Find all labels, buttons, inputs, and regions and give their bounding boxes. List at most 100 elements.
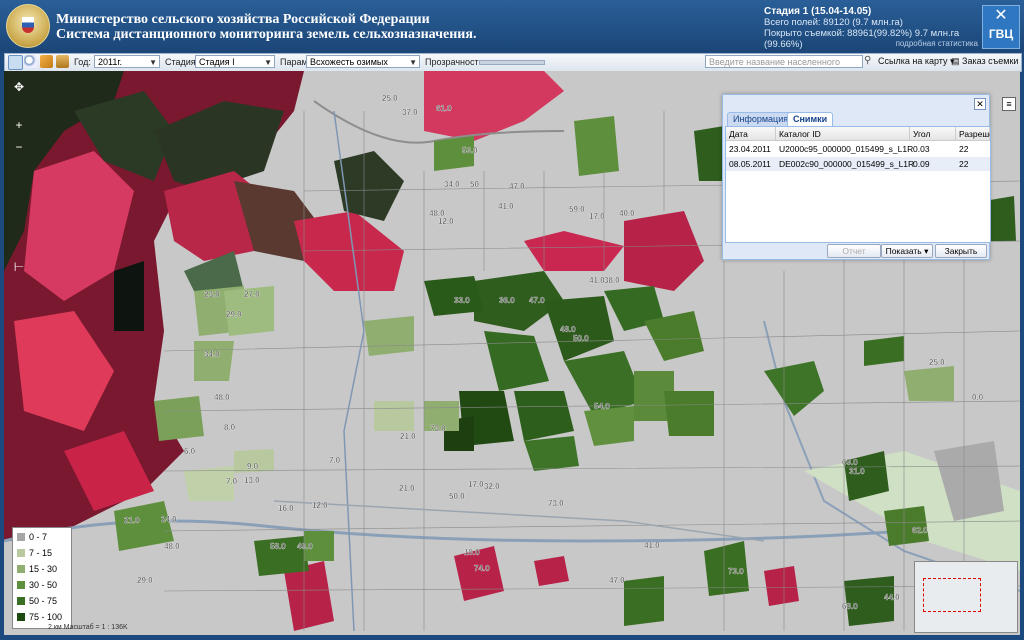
order-label: Заказ съемки — [962, 56, 1019, 66]
search-icon[interactable]: ⚲ — [864, 56, 874, 66]
col-angle[interactable]: Угол — [910, 127, 956, 141]
select-tool-icon[interactable] — [40, 55, 53, 68]
field-value-label[interactable]: 40.0 — [619, 209, 635, 218]
col-catalog-id[interactable]: Каталог ID — [776, 127, 910, 141]
field-value-label[interactable]: 12.0 — [438, 217, 454, 226]
field-value-label[interactable]: 48.0 — [560, 325, 576, 334]
field-value-label[interactable]: 32.0 — [484, 482, 500, 491]
stage-info: Стадия 1 (15.04-14.05) — [764, 6, 872, 17]
field-value-label[interactable]: 50 — [470, 180, 480, 189]
show-button[interactable]: Показать ▾ — [881, 244, 933, 258]
table-row[interactable]: 08.05.2011 DE002c90_000000_015499_s_L1R … — [726, 157, 990, 171]
layers-icon[interactable]: ≡ — [1002, 97, 1016, 111]
field-value-label[interactable]: 23.0 — [204, 290, 220, 299]
field-value-label[interactable]: 7.0 — [329, 456, 341, 465]
zoom-out-button[interactable]: − — [12, 141, 26, 153]
field-value-label[interactable]: 41.0 — [498, 202, 514, 211]
field-value-label[interactable]: 47.0 — [609, 576, 625, 585]
field-value-label[interactable]: 49.0 — [297, 542, 313, 551]
minimap-extent[interactable] — [923, 578, 981, 612]
field-value-label[interactable]: 36.0 — [499, 296, 515, 305]
measure-tool-icon[interactable] — [56, 55, 69, 68]
field-value-label[interactable]: 50.0 — [573, 334, 589, 343]
field-value-label[interactable]: 47.0 — [529, 296, 545, 305]
field-value-label[interactable]: 37.0 — [402, 108, 418, 117]
field-value-label[interactable]: 54.0 — [594, 402, 610, 411]
field-value-label[interactable]: 34.0 — [444, 180, 460, 189]
field-value-label[interactable]: 17.0 — [468, 480, 484, 489]
field-value-label[interactable]: 25.0 — [929, 358, 945, 367]
close-button[interactable]: Закрыть — [935, 244, 987, 258]
year-select[interactable]: 2011г. ▼ — [94, 55, 160, 68]
field-value-label[interactable]: 61.0 — [436, 104, 452, 113]
field-value-label[interactable]: 13.0 — [244, 476, 260, 485]
gvc-label: ГВЦ — [988, 27, 1014, 41]
settlement-search-input[interactable]: Введите название населенного пункта — [705, 55, 863, 80]
table-row[interactable]: 23.04.2011 U2000c95_000000_015499_s_L1R … — [726, 142, 990, 156]
field-value-label[interactable]: 41.0 — [589, 276, 605, 285]
field-value-label[interactable]: 48.0 — [214, 393, 230, 402]
field-value-label[interactable]: 62.0 — [912, 526, 928, 535]
field-value-label[interactable]: 7.0 — [226, 477, 238, 486]
opacity-slider[interactable] — [479, 60, 545, 65]
field-value-label[interactable]: 38.0 — [604, 276, 620, 285]
field-value-label[interactable]: 50.0 — [449, 492, 465, 501]
field-value-label[interactable]: 47.0 — [509, 182, 525, 191]
stats-link[interactable]: подробная статистика — [896, 38, 978, 49]
field-value-label[interactable]: 0.0 — [972, 393, 984, 402]
field-value-label[interactable]: 21.0 — [400, 432, 416, 441]
field-value-label[interactable]: 34.0 — [204, 350, 220, 359]
field-value-label[interactable]: 33.0 — [454, 296, 470, 305]
field-value-label[interactable]: 59.0 — [569, 205, 585, 214]
field-value-label[interactable]: 16.0 — [278, 504, 294, 513]
field-value-label[interactable]: 17.0 — [589, 212, 605, 221]
field-value-label[interactable]: 73.0 — [728, 567, 744, 576]
field-value-label[interactable]: 73.0 — [548, 499, 564, 508]
legend-swatch — [17, 613, 25, 621]
field-value-label[interactable]: 53.0 — [462, 146, 478, 155]
field-value-label[interactable]: 24.0 — [161, 515, 177, 524]
field-value-label[interactable]: 18.0 — [464, 548, 480, 557]
report-button[interactable]: Отчет — [827, 244, 881, 258]
field-value-label[interactable]: 74.0 — [474, 564, 490, 573]
field-value-label[interactable]: 21.0 — [399, 484, 415, 493]
field-value-label[interactable]: 25.0 — [382, 94, 398, 103]
field-value-label[interactable]: 73.0 — [430, 424, 446, 433]
field-value-label[interactable]: 27.0 — [244, 290, 260, 299]
field-value-label[interactable]: 48.0 — [164, 542, 180, 551]
scale-bar: 2 км Масштаб = 1 : 136K — [48, 624, 128, 631]
legend-item: 15 - 30 — [17, 564, 57, 574]
stage-value: Стадия I — [199, 57, 235, 67]
legend-label: 15 - 30 — [29, 564, 58, 574]
field-value-label[interactable]: 6.0 — [184, 447, 196, 456]
header: Министерство сельского хозяйства Российс… — [0, 0, 1024, 52]
field-value-label[interactable]: 44.0 — [884, 593, 900, 602]
overview-minimap[interactable] — [914, 561, 1018, 633]
gvc-logo[interactable]: ✕ ГВЦ — [982, 5, 1020, 49]
field-value-label[interactable]: 29.0 — [137, 576, 153, 585]
field-value-label[interactable]: 31.0 — [849, 467, 865, 476]
field-value-label[interactable]: 12.0 — [312, 501, 328, 510]
field-value-label[interactable]: 8.0 — [224, 423, 236, 432]
pan-tool-icon[interactable] — [8, 55, 23, 70]
order-imagery-button[interactable]: ▤ Заказ съемки — [951, 55, 1018, 68]
field-value-label[interactable]: 68.0 — [842, 602, 858, 611]
field-value-label[interactable]: 58.0 — [270, 542, 286, 551]
field-value-label[interactable]: 21.0 — [124, 516, 140, 525]
field-value-label[interactable]: 29.0 — [226, 310, 242, 319]
map-link-button[interactable]: Ссылка на карту ▾ — [878, 55, 955, 68]
col-resolution[interactable]: Разрешен — [956, 127, 990, 141]
tab-info[interactable]: Информация — [727, 112, 795, 126]
field-value-label[interactable]: 41.0 — [644, 541, 660, 550]
zoom-tool-icon[interactable] — [24, 55, 37, 68]
zoom-in-button[interactable]: + — [12, 119, 26, 131]
tab-images[interactable]: Снимки — [787, 112, 834, 126]
param-select[interactable]: Всхожесть озимых ▼ — [306, 55, 420, 68]
col-date[interactable]: Дата — [726, 127, 776, 141]
field-value-label[interactable]: 69.0 — [842, 458, 858, 467]
field-value-label[interactable]: 9.0 — [247, 462, 259, 471]
zoom-slider-icon[interactable]: ⊢ — [12, 261, 26, 273]
close-icon[interactable]: ✕ — [974, 98, 986, 110]
stage-select[interactable]: Стадия I ▼ — [195, 55, 275, 68]
pan-up-icon[interactable]: ✥ — [12, 81, 26, 93]
